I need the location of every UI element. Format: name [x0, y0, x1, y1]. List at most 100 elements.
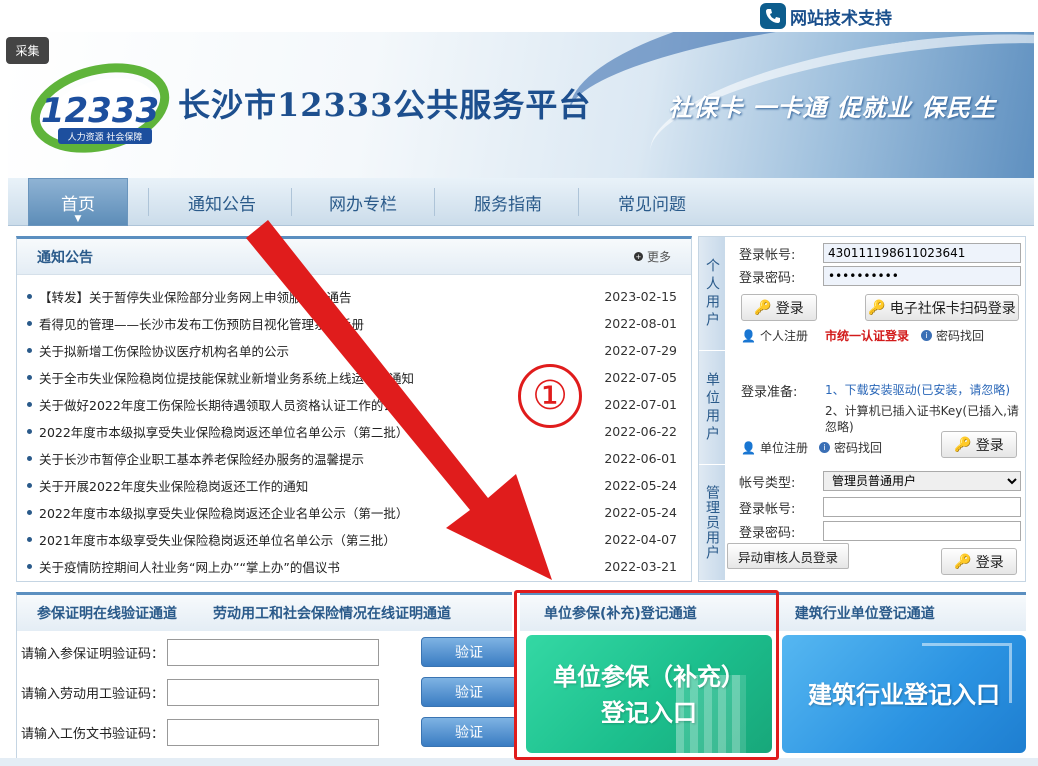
key-icon: 🔑 [954, 553, 972, 570]
admin-login-button[interactable]: 🔑 登录 [941, 548, 1017, 575]
key-icon: 🔑 [868, 299, 886, 316]
notice-item[interactable]: 2022年度市本级拟享受失业保险稳岗返还单位名单公示（第二批） 2022-06-2… [17, 418, 691, 445]
bullet-icon [27, 537, 32, 542]
nav-home[interactable]: 首页 [28, 178, 128, 226]
admin-login-label: 登录 [975, 554, 1004, 571]
notice-item[interactable]: 关于长沙市暂停企业职工基本养老保险经办服务的温馨提示 2022-06-01 [17, 445, 691, 472]
logo-number: 12333 [41, 91, 159, 131]
notice-item[interactable]: 关于疫情防控期间人社业务“网上办”“掌上办”的倡议书 2022-03-21 [17, 553, 691, 580]
personal-register-link[interactable]: 👤 个人注册 [741, 327, 808, 344]
bullet-icon [27, 348, 32, 353]
tab-personal-user[interactable]: 个人用户 [699, 237, 725, 351]
personal-recover-label: 密码找回 [936, 329, 985, 343]
unit-login-label: 登录 [975, 437, 1004, 454]
notice-header: 通知公告 + 更多 [17, 239, 691, 275]
labor-verify-button[interactable]: 验证 [421, 677, 517, 707]
bullet-icon [27, 375, 32, 380]
admin-password-label: 登录密码: [739, 525, 796, 541]
personal-account-label: 登录帐号: [739, 247, 796, 263]
unit-step1-link[interactable]: 1、下载安装驱动(已安装，请忽略) [825, 381, 1010, 398]
personal-password-input[interactable] [823, 266, 1021, 286]
notice-item[interactable]: 2021年度市本级享受失业保险稳岗返还单位名单公示（第三批） 2022-04-07 [17, 526, 691, 553]
bottom-strip [0, 758, 1038, 766]
unit-recover-label: 密码找回 [834, 441, 883, 455]
notice-item[interactable]: 关于拟新增工伤保险协议医疗机构名单的公示 2022-07-29 [17, 337, 691, 364]
step-number-annotation: ① [518, 364, 582, 428]
verification-panel: 参保证明在线验证通道 劳动用工和社会保险情况在线证明通道 请输入参保证明验证码：… [16, 592, 517, 766]
personal-account-input[interactable] [823, 243, 1021, 263]
tab-insurance-proof[interactable]: 参保证明在线验证通道 [37, 603, 177, 623]
unit-login-button[interactable]: 🔑 登录 [941, 431, 1017, 458]
registration-header: 单位参保(补充)登记通道 建筑行业单位登记通道 [520, 595, 1026, 631]
nav-divider [434, 188, 435, 216]
personal-password-label: 登录密码: [739, 270, 796, 286]
admin-password-row: 登录密码: [739, 521, 1021, 541]
bullet-icon [27, 483, 32, 488]
tab-labor-proof[interactable]: 劳动用工和社会保险情况在线证明通道 [213, 603, 451, 623]
site-title: 长沙市12333公共服务平台 [178, 86, 592, 124]
audit-staff-login-button[interactable]: 异动审核人员登录 [727, 543, 849, 569]
more-label: 更多 [646, 250, 671, 264]
site-logo: 12333 人力资源 社会保障 [30, 63, 170, 153]
nav-faq[interactable]: 常见问题 [584, 178, 720, 226]
notice-item-title: 关于长沙市暂停企业职工基本养老保险经办服务的温馨提示 [39, 452, 365, 467]
insurance-code-label: 请输入参保证明验证码： [21, 647, 165, 662]
notice-title: 通知公告 [37, 249, 93, 266]
notice-item-title: 【转发】关于暂停失业保险部分业务网上申领服务的通告 [39, 290, 352, 305]
injury-code-input[interactable] [167, 719, 379, 746]
nav-notices[interactable]: 通知公告 [158, 178, 286, 226]
tab-admin-user[interactable]: 管理员用户 [699, 465, 725, 581]
ecard-login-label: 电子社保卡扫码登录 [889, 300, 1016, 317]
notice-item-date: 2022-08-01 [604, 316, 677, 331]
tab-construction-registration[interactable]: 建筑行业单位登记通道 [795, 603, 935, 623]
notice-item[interactable]: 【转发】关于暂停失业保险部分业务网上申领服务的通告 2023-02-15 [17, 283, 691, 310]
bullet-icon [27, 456, 32, 461]
tab-unit-registration[interactable]: 单位参保(补充)登记通道 [544, 603, 697, 623]
admin-account-row: 登录帐号: [739, 497, 1021, 517]
insurance-verify-button[interactable]: 验证 [421, 637, 517, 667]
personal-login-button[interactable]: 🔑 登录 [741, 294, 817, 321]
injury-verify-button[interactable]: 验证 [421, 717, 517, 747]
admin-account-input[interactable] [823, 497, 1021, 517]
unified-auth-login-link[interactable]: 市统一认证登录 [825, 327, 909, 344]
tech-support-link[interactable]: 网站技术支持 [760, 3, 892, 29]
notice-item[interactable]: 关于全市失业保险稳岗位提技能保就业新增业务系统上线运行的通知 2022-07-05 [17, 364, 691, 391]
notice-item[interactable]: 2022年度市本级拟享受失业保险稳岗返还企业名单公示（第一批） 2022-05-2… [17, 499, 691, 526]
insurance-code-input[interactable] [167, 639, 379, 666]
top-bar: 网站技术支持 [0, 0, 1038, 32]
ecard-scan-login-button[interactable]: 🔑 电子社保卡扫码登录 [865, 294, 1019, 321]
banner-slogan: 社保卡 一卡通 促就业 保民生 [668, 94, 997, 122]
tech-support-label: 网站技术支持 [790, 8, 892, 29]
unit-register-link[interactable]: 👤 单位注册 [741, 439, 808, 456]
personal-password-row: 登录密码: [739, 266, 1021, 286]
unit-registration-entry[interactable]: 单位参保（补充） 登记入口 [526, 635, 772, 753]
notice-item-title: 关于疫情防控期间人社业务“网上办”“掌上办”的倡议书 [39, 560, 340, 575]
tab-unit-user[interactable]: 单位用户 [699, 351, 725, 465]
personal-password-recover-link[interactable]: i 密码找回 [921, 327, 984, 344]
notice-item[interactable]: 关于开展2022年度失业保险稳岗返还工作的通知 2022-05-24 [17, 472, 691, 499]
verification-header: 参保证明在线验证通道 劳动用工和社会保险情况在线证明通道 [17, 595, 512, 631]
construction-registration-entry[interactable]: 建筑行业登记入口 [782, 635, 1026, 753]
admin-password-input[interactable] [823, 521, 1021, 541]
bullet-icon [27, 564, 32, 569]
notice-item[interactable]: 看得见的管理——长沙市发布工伤预防目视化管理系列手册 2022-08-01 [17, 310, 691, 337]
notice-item-title: 2022年度市本级拟享受失业保险稳岗返还企业名单公示（第一批） [39, 506, 409, 521]
nav-divider [148, 188, 149, 216]
labor-code-input[interactable] [167, 679, 379, 706]
notice-item-title: 关于拟新增工伤保险协议医疗机构名单的公示 [39, 344, 290, 359]
admin-type-select[interactable]: 管理员普通用户 [823, 471, 1021, 491]
nav-service-guide[interactable]: 服务指南 [440, 178, 576, 226]
nav-online-services[interactable]: 网办专栏 [298, 178, 428, 226]
notice-item[interactable]: 关于做好2022年度工伤保险长期待遇领取人员资格认证工作的公告 2022-07-0… [17, 391, 691, 418]
main-nav: 首页 通知公告 网办专栏 服务指南 常见问题 [8, 178, 1034, 226]
notice-more-link[interactable]: + 更多 [633, 248, 671, 265]
notice-item-title: 关于开展2022年度失业保险稳岗返还工作的通知 [39, 479, 309, 494]
unit-password-recover-link[interactable]: i 密码找回 [819, 439, 882, 456]
logo-subtitle: 人力资源 社会保障 [68, 131, 143, 143]
unit-tab-label: 单位用户 [704, 371, 720, 444]
unit-registration-text: 单位参保（补充） 登记入口 [526, 659, 772, 731]
key-icon: 🔑 [754, 299, 772, 316]
personal-account-row: 登录帐号: [739, 243, 1021, 263]
collect-button[interactable]: 采集 [6, 37, 49, 64]
admin-type-label: 帐号类型: [739, 475, 796, 491]
